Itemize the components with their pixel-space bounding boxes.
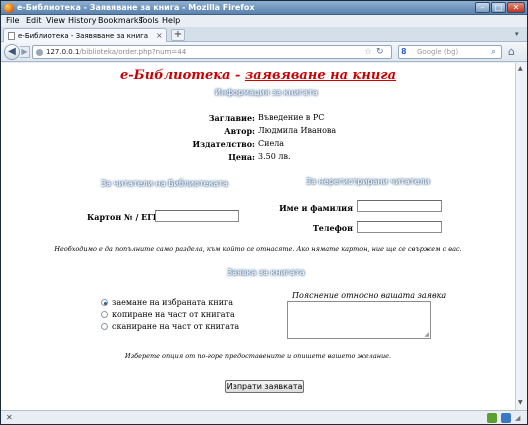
menu-bookmarks[interactable]: Bookmarks (98, 16, 143, 26)
radio-copy[interactable] (101, 311, 108, 318)
menu-bar: File Edit View History Bookmarks Tools H… (1, 15, 527, 27)
stop-icon[interactable]: ✕ (6, 412, 13, 423)
choose-note: Изберете опция от по-горе предоставените… (124, 352, 392, 360)
radio-scan[interactable] (101, 323, 108, 330)
book-publisher-label: Издателство: (192, 139, 255, 149)
comment-label: Пояснение относно вашата заявка (292, 291, 447, 300)
title-bar[interactable]: е-Библиотека - Заявяване за книга - Mozi… (1, 1, 527, 15)
scroll-down-icon[interactable]: ▼ (518, 399, 523, 406)
window-title: е-Библиотека - Заявяване за книга - Mozi… (17, 3, 255, 12)
book-section-title: Информация за книгата (215, 88, 318, 97)
menu-tools[interactable]: Tools (139, 16, 159, 26)
addon-icon[interactable] (487, 413, 497, 423)
menu-history[interactable]: History (68, 16, 96, 26)
book-author-label: Автор: (224, 126, 255, 136)
browser-window: е-Библиотека - Заявяване за книга - Mozi… (0, 0, 528, 425)
card-label: Картон № / ЕГН (87, 212, 161, 222)
menu-file[interactable]: File (6, 16, 19, 26)
new-tab-button[interactable]: + (171, 29, 185, 41)
option-copy-label: копиране на част от книгата (112, 310, 235, 319)
book-title-value: Въведение в PC (258, 113, 325, 122)
option-borrow-label: заемане на избраната книга (112, 298, 233, 307)
unregistered-section-title: За нерегистрирани читатели (306, 177, 430, 186)
resize-grip-icon[interactable]: ◢ (424, 332, 429, 338)
reload-icon[interactable]: ↻ (376, 46, 384, 58)
url-host: 127.0.0.1 (46, 48, 80, 56)
phone-field[interactable] (357, 221, 442, 233)
radio-borrow[interactable] (101, 299, 108, 306)
page-heading: е-Библиотека - заявяване на книга (1, 68, 515, 84)
option-scan-label: сканиране на част от книгата (112, 322, 240, 331)
card-number-field[interactable] (155, 210, 239, 222)
close-window-button[interactable]: ✕ (507, 2, 525, 13)
book-price-value: 3.50 лв. (258, 152, 291, 161)
book-author-value: Людмила Иванова (258, 126, 337, 135)
comment-textarea[interactable]: ◢ (287, 301, 431, 339)
search-icon[interactable]: ⌕ (491, 46, 496, 58)
url-text[interactable]: 127.0.0.1/biblioteka/order.php?num=44 (46, 47, 186, 58)
vertical-scrollbar[interactable]: ▲ ▼ (515, 63, 527, 410)
url-path: /biblioteka/order.php?num=44 (79, 48, 187, 56)
book-price-label: Цена: (228, 152, 255, 162)
navigation-bar: ◀ ▶ 127.0.0.1/biblioteka/order.php?num=4… (1, 42, 527, 62)
tab-current[interactable]: е-Библиотека - Заявяване за книга × (3, 28, 167, 43)
url-bar[interactable]: 127.0.0.1/biblioteka/order.php?num=44 ☆ … (32, 45, 392, 59)
phone-label: Телефон (312, 223, 353, 233)
tab-strip: е-Библиотека - Заявяване за книга × + ▾ (1, 27, 527, 43)
site-identity-icon[interactable] (36, 49, 43, 56)
submit-request-button[interactable]: Изпрати заявката (225, 380, 304, 393)
menu-help[interactable]: Help (162, 16, 180, 26)
book-publisher-value: Сиела (258, 139, 285, 148)
bookmark-star-icon[interactable]: ☆ (364, 46, 372, 58)
maximize-button[interactable]: □ (491, 2, 506, 13)
back-button[interactable]: ◀ (4, 44, 20, 60)
search-bar[interactable]: 8 Google (bg) ⌕ (398, 45, 502, 59)
full-name-field[interactable] (357, 200, 442, 212)
menu-edit[interactable]: Edit (26, 16, 42, 26)
minimize-button[interactable]: – (475, 2, 490, 13)
name-label: Име и фамилия (279, 203, 353, 213)
addon-icon-2[interactable] (501, 413, 511, 423)
menu-view[interactable]: View (46, 16, 65, 26)
tab-label: е-Библиотека - Заявяване за книга (18, 32, 149, 40)
heading-prefix: е-Библиотека - (119, 68, 245, 83)
status-bar: ✕ ◢ (1, 410, 527, 424)
search-placeholder: Google (bg) (417, 48, 459, 56)
tab-close-icon[interactable]: × (156, 31, 163, 41)
scroll-up-icon[interactable]: ▲ (518, 65, 523, 72)
firefox-icon (4, 3, 14, 13)
window-resize-grip-icon[interactable]: ◢ (515, 414, 520, 422)
search-engine-icon[interactable]: 8 (401, 47, 415, 57)
tab-list-icon[interactable]: ▾ (515, 30, 519, 38)
home-icon[interactable]: ⌂ (508, 45, 515, 58)
readers-section-title: За читатели на Библиотеката (101, 179, 228, 188)
request-section-title: Заявка за книгата (227, 268, 305, 277)
page-icon (8, 32, 15, 40)
heading-underlined: заявяване на книга (244, 68, 397, 83)
forward-button[interactable]: ▶ (20, 46, 30, 58)
book-title-label: Заглавие: (208, 113, 255, 123)
page-content: е-Библиотека - заявяване на книга Информ… (1, 63, 515, 410)
fill-note: Необходимо е да попълните само раздела, … (54, 245, 462, 253)
